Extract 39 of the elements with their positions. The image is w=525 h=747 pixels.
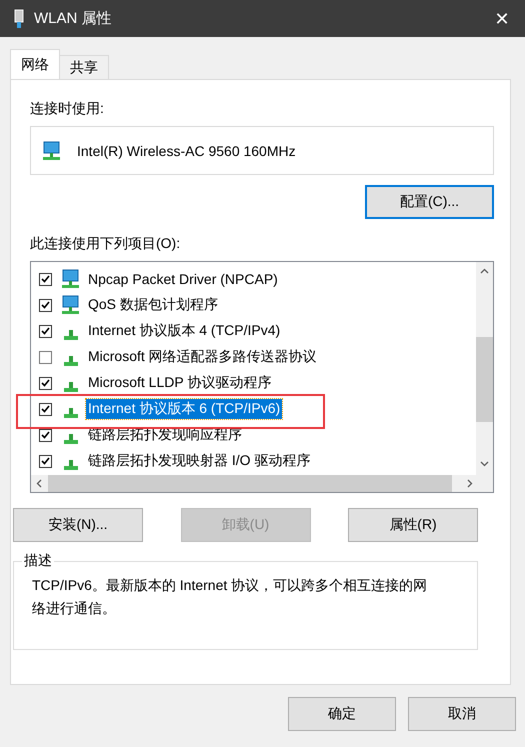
window-title: WLAN 属性	[34, 9, 113, 28]
list-item[interactable]: QoS 数据包计划程序	[86, 295, 220, 315]
checkbox[interactable]	[39, 298, 52, 312]
adapter-name: Intel(R) Wireless-AC 9560 160MHz	[77, 142, 296, 158]
list-item[interactable]: Microsoft LLDP 协议驱动程序	[86, 373, 274, 393]
checkbox[interactable]	[39, 402, 52, 416]
protocol-icon	[64, 356, 78, 366]
protocol-icon	[64, 408, 78, 418]
network-icon	[60, 269, 82, 289]
dialog-button[interactable]: 取消	[408, 697, 516, 731]
action-button[interactable]: 属性(R)	[348, 508, 478, 542]
protocol-icon	[64, 382, 78, 392]
list-item[interactable]: 链路层拓扑发现映射器 I/O 驱动程序	[86, 451, 312, 471]
network-icon	[60, 295, 82, 315]
list-item[interactable]: Internet 协议版本 6 (TCP/IPv6)	[86, 399, 282, 419]
list-item[interactable]: Internet 协议版本 4 (TCP/IPv4)	[86, 321, 282, 341]
dialog-button[interactable]: 确定	[288, 697, 396, 731]
checkbox[interactable]	[39, 376, 52, 390]
group-label: 描述	[23, 552, 53, 570]
checkbox[interactable]	[39, 454, 52, 468]
checkbox[interactable]	[39, 350, 52, 364]
tab[interactable]: 共享	[59, 55, 109, 79]
checkbox[interactable]	[39, 272, 52, 286]
protocol-icon	[64, 460, 78, 470]
field-label: 连接时使用:	[30, 100, 105, 118]
description-text: TCP/IPv6。最新版本的 Internet 协议，可以跨多个相互连接的网络进行通信。	[32, 576, 428, 618]
list-item[interactable]: Npcap Packet Driver (NPCAP)	[86, 270, 280, 288]
protocol-icon	[64, 330, 78, 340]
network-icon	[41, 140, 63, 160]
list-label: 此连接使用下列项目(O):	[30, 235, 180, 251]
action-button[interactable]: 安装(N)...	[13, 508, 143, 542]
close-button[interactable]: ✕	[479, 0, 525, 37]
list-item[interactable]: Microsoft 网络适配器多路传送器协议	[86, 347, 319, 367]
network-adapter-icon	[14, 8, 24, 28]
protocol-icon	[64, 434, 78, 444]
configure-button[interactable]: 配置(C)...	[365, 185, 494, 219]
checkbox[interactable]	[39, 428, 52, 442]
tab[interactable]: 网络	[10, 49, 60, 79]
checkbox[interactable]	[39, 324, 52, 338]
